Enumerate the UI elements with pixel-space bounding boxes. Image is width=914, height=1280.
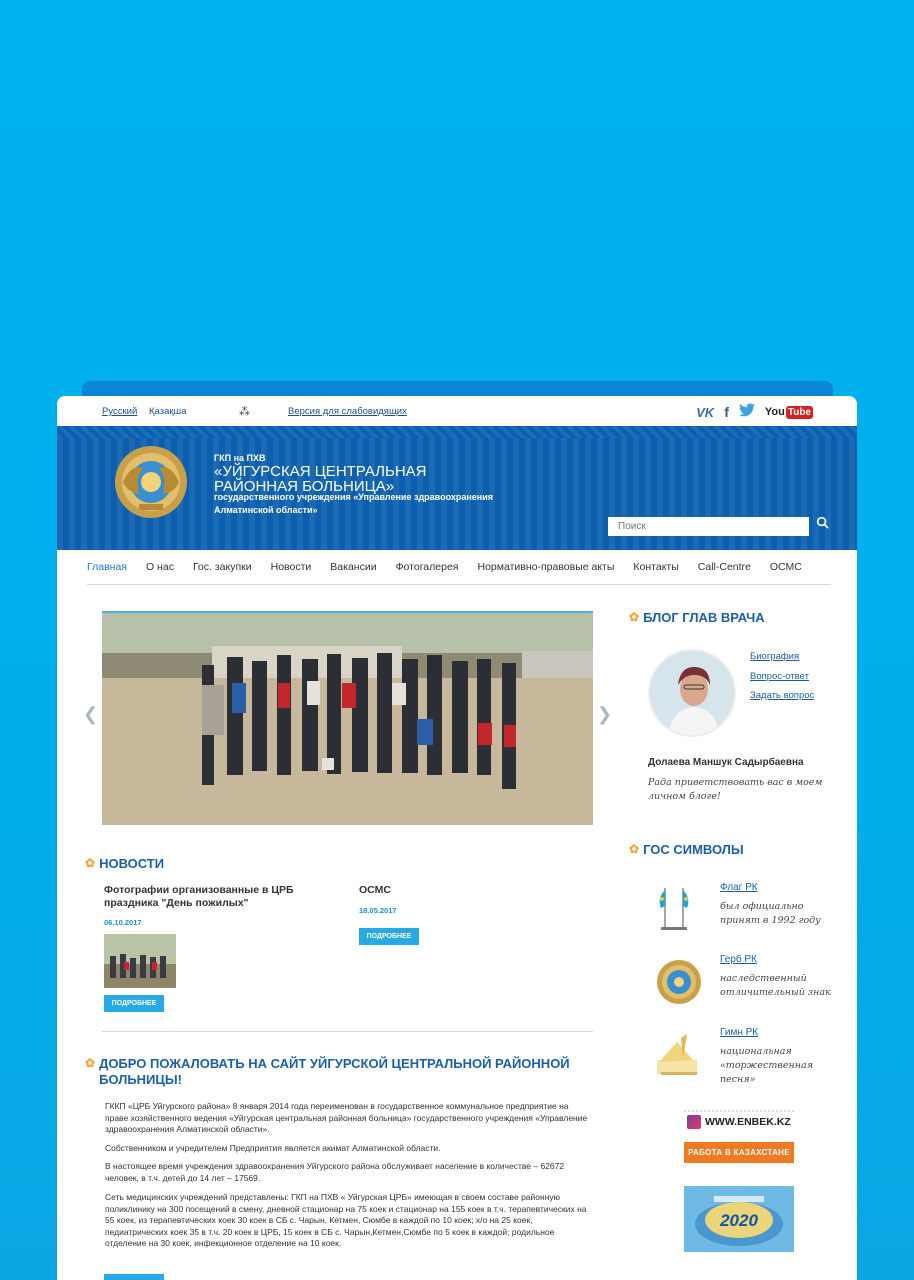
youtube-tube: Tube bbox=[785, 405, 813, 419]
slider-prev-icon[interactable]: ❮ bbox=[83, 704, 98, 725]
welcome-paragraph-1: ГККП «ЦРБ Уйгурского района» 8 января 20… bbox=[105, 1101, 588, 1134]
symbols-heading-text: Гос символы bbox=[643, 842, 744, 857]
ornament-icon: ✿ bbox=[629, 610, 640, 624]
biography-link[interactable]: Биография bbox=[750, 651, 799, 662]
ask-question-link[interactable]: Задать вопрос bbox=[750, 690, 814, 701]
youtube-icon[interactable]: You Tube bbox=[764, 405, 813, 419]
welcome-heading-text: Добро пожаловать на сайт Уйгурской центр… bbox=[99, 1056, 570, 1087]
group-photo bbox=[102, 613, 593, 825]
enbek-logo: WWW.ENBEK.KZ bbox=[684, 1110, 794, 1132]
ornament-icon: ✿ bbox=[85, 856, 96, 870]
section-divider bbox=[102, 1031, 593, 1032]
nav-osms[interactable]: ОСМС bbox=[770, 561, 802, 573]
anthem-icon[interactable] bbox=[653, 1032, 705, 1078]
enbek-text: WWW.ENBEK.KZ bbox=[705, 1116, 791, 1128]
flag-icon[interactable] bbox=[653, 882, 703, 932]
enbek-logo-icon bbox=[687, 1115, 701, 1129]
nav-home[interactable]: Главная bbox=[87, 561, 127, 573]
year-2020: 2020 bbox=[720, 1211, 758, 1230]
ornament-icon: ✿ bbox=[629, 842, 640, 856]
blog-heading: ✿ Блог глав врача bbox=[629, 610, 765, 625]
coat-of-arms-description: наследственный отличительный знак bbox=[720, 973, 831, 998]
welcome-paragraph-3: В настоящее время учреждения здравоохран… bbox=[105, 1161, 565, 1183]
top-bar: Русский Қазақша ⁂ Версия для слабовидящи… bbox=[57, 396, 857, 426]
news-more-button-1[interactable]: ПОДРОБНЕЕ bbox=[104, 995, 164, 1012]
accessibility-icon[interactable]: ⁂ bbox=[239, 405, 250, 418]
nav-legal-acts[interactable]: Нормативно-правовые акты bbox=[477, 561, 614, 573]
news-thumbnail[interactable] bbox=[104, 934, 176, 988]
doctor-quote: Рада приветствовать вас в моем личном бл… bbox=[648, 777, 823, 802]
social-links: VK f You Tube bbox=[696, 403, 813, 421]
low-vision-link[interactable]: Версия для слабовидящих bbox=[288, 406, 407, 417]
program-2020-banner[interactable]: 2020 bbox=[684, 1186, 794, 1252]
kazakhstan-emblem-icon[interactable] bbox=[113, 444, 189, 520]
news-more-button-2[interactable]: ПОДРОБНЕЕ bbox=[359, 928, 419, 945]
nav-news[interactable]: Новости bbox=[271, 561, 312, 573]
anthem-description: национальная «торжественная песня» bbox=[720, 1046, 813, 1085]
welcome-paragraph-2: Собственником и учредителем Предприятия … bbox=[105, 1143, 441, 1153]
vk-icon[interactable]: VK bbox=[696, 405, 714, 420]
coat-of-arms-link[interactable]: Герб РК bbox=[720, 954, 757, 965]
doctor-avatar[interactable] bbox=[648, 649, 736, 737]
org-subtitle: государственного учреждения «Управление … bbox=[214, 492, 494, 515]
ornament-icon: ✿ bbox=[85, 1056, 96, 1070]
twitter-icon[interactable] bbox=[738, 403, 755, 421]
nav-contacts[interactable]: Контакты bbox=[633, 561, 678, 573]
nav-gallery[interactable]: Фотогалерея bbox=[396, 561, 459, 573]
news-heading-text: Новости bbox=[99, 856, 165, 871]
coat-of-arms-icon[interactable] bbox=[656, 959, 702, 1005]
flag-link[interactable]: Флаг РК bbox=[720, 882, 758, 893]
facebook-icon[interactable]: f bbox=[724, 404, 729, 420]
youtube-you: You bbox=[764, 406, 785, 418]
news-item-date-2: 18.05.2017 bbox=[359, 906, 397, 915]
welcome-paragraph-4: Сеть медицинских учреждений представлены… bbox=[105, 1192, 587, 1248]
lang-kazakh-link[interactable]: Қазақша bbox=[149, 406, 186, 417]
news-item-title-2[interactable]: ОСМС bbox=[359, 884, 559, 897]
qa-link[interactable]: Вопрос-ответ bbox=[750, 671, 809, 682]
anthem-link[interactable]: Гимн РК bbox=[720, 1027, 758, 1038]
enbek-banner[interactable]: WWW.ENBEK.KZ РАБОТА В КАЗАХСТАНЕ bbox=[684, 1110, 794, 1174]
nav-call-centre[interactable]: Call-Centre bbox=[698, 561, 751, 573]
nav-vacancies[interactable]: Вакансии bbox=[330, 561, 376, 573]
welcome-heading: ✿ Добро пожаловать на сайт Уйгурской цен… bbox=[85, 1056, 575, 1088]
org-name: «Уйгурская центральная районная больница… bbox=[214, 463, 427, 495]
nav-about[interactable]: О нас bbox=[146, 561, 174, 573]
welcome-more-button[interactable] bbox=[104, 1274, 164, 1280]
news-item-title-1[interactable]: Фотографии организованные в ЦРБ праздник… bbox=[104, 884, 304, 910]
lang-russian-link[interactable]: Русский bbox=[102, 406, 137, 417]
search-icon[interactable] bbox=[816, 516, 829, 532]
search-input[interactable] bbox=[608, 517, 809, 536]
nav-procurement[interactable]: Гос. закупки bbox=[193, 561, 252, 573]
news-item-date-1: 06.10.2017 bbox=[104, 918, 142, 927]
doctor-name: Долаева Маншук Садырбаевна bbox=[648, 757, 804, 768]
website-page: Русский Қазақша ⁂ Версия для слабовидящи… bbox=[57, 396, 857, 1280]
org-type: ГКП на ПХВ bbox=[214, 453, 266, 463]
ornament-band bbox=[57, 426, 857, 438]
work-in-kazakhstan-button[interactable]: РАБОТА В КАЗАХСТАНЕ bbox=[684, 1142, 794, 1163]
flag-description: был официально принят в 1992 году bbox=[720, 901, 821, 926]
symbols-heading: ✿ Гос символы bbox=[629, 842, 744, 857]
main-nav: Главная О нас Гос. закупки Новости Вакан… bbox=[87, 549, 831, 585]
slider-next-icon[interactable]: ❯ bbox=[597, 704, 612, 725]
news-heading: ✿ Новости bbox=[85, 856, 164, 871]
photo-slider[interactable] bbox=[102, 611, 593, 825]
blog-heading-text: Блог глав врача bbox=[643, 610, 765, 625]
